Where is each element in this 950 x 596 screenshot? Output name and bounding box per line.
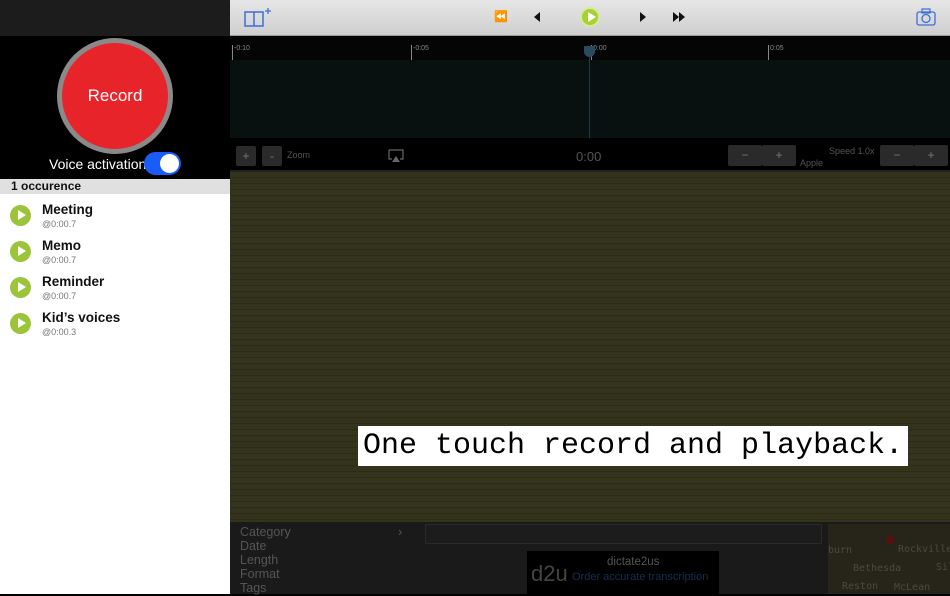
zoom-out-button[interactable]: - <box>262 146 282 166</box>
speed-plus-button[interactable]: + <box>914 145 948 166</box>
play-button[interactable] <box>580 7 600 27</box>
field-date: Date <box>240 539 267 553</box>
notes-input[interactable] <box>425 524 822 544</box>
item-time: @0:00.7 <box>42 255 77 265</box>
ad-banner[interactable]: d2u dictate2us Order accurate transcript… <box>527 551 719 594</box>
playhead-line <box>589 47 590 139</box>
item-time: @0:00.7 <box>42 219 77 229</box>
location-map[interactable]: Rockville Bethesda Reston McLean burn Si… <box>828 524 950 594</box>
notes-area[interactable]: One touch record and playback. <box>230 170 950 522</box>
camera-icon[interactable] <box>916 8 936 26</box>
item-name: Meeting <box>42 202 94 217</box>
chevron-right-icon[interactable]: › <box>398 525 402 540</box>
item-name: Reminder <box>42 274 105 289</box>
speed-minus-button[interactable]: − <box>880 145 914 166</box>
record-button[interactable]: Record <box>57 38 173 154</box>
current-time: 0:00 <box>576 149 602 164</box>
list-item[interactable]: Meeting @0:00.7 <box>0 201 230 237</box>
rewind-button[interactable]: ⏪ <box>494 10 508 23</box>
main-panel: ⏪ -0:10 -0:05 0:00 0:05 + - Zoom 0:00 − … <box>230 0 950 595</box>
tick-label: -0:05 <box>411 45 429 61</box>
play-icon[interactable] <box>10 205 31 226</box>
step-back-button[interactable] <box>533 11 541 23</box>
list-item[interactable]: Kid’s voices @0:00.3 <box>0 309 230 345</box>
field-format: Format <box>240 567 280 581</box>
item-time: @0:00.3 <box>42 327 77 337</box>
list-item[interactable]: Reminder @0:00.7 <box>0 273 230 309</box>
play-icon[interactable] <box>10 277 31 298</box>
item-name: Kid’s voices <box>42 310 121 325</box>
item-time: @0:00.7 <box>42 291 77 301</box>
field-length: Length <box>240 553 279 567</box>
map-pin-icon <box>886 536 894 544</box>
play-icon[interactable] <box>10 241 31 262</box>
airplay-icon[interactable] <box>388 149 404 163</box>
list-item[interactable]: Memo @0:00.7 <box>0 237 230 273</box>
map-label: Bethesda <box>853 563 902 574</box>
item-name: Memo <box>42 238 82 253</box>
details-panel: Category › Date Length Format Tags d2u d… <box>230 522 950 595</box>
step-forward-button[interactable] <box>639 11 647 23</box>
caption-banner: One touch record and playback. <box>358 426 909 466</box>
voice-label: Apple <box>800 158 824 168</box>
zoom-in-button[interactable]: + <box>236 146 256 166</box>
playhead-handle[interactable] <box>584 46 595 57</box>
ad-subtitle: Order accurate transcription <box>572 571 709 583</box>
map-label: burn <box>828 545 853 556</box>
field-category[interactable]: Category <box>240 525 291 540</box>
field-tags: Tags <box>240 581 267 595</box>
zoom-label: Zoom <box>287 150 311 160</box>
map-label: McLean <box>894 582 931 593</box>
tick-label: -0:10 <box>232 45 250 61</box>
fast-forward-button[interactable] <box>672 11 686 23</box>
playback-controls: + - Zoom 0:00 − + Apple Speed 1.0x − + <box>230 138 950 170</box>
speed-label: Speed 1.0x <box>829 146 875 156</box>
split-view-add-icon[interactable] <box>244 7 272 29</box>
voice-plus-button[interactable]: + <box>762 145 796 166</box>
record-panel: Record Voice activation <box>0 36 230 179</box>
occurrence-header: 1 occurence <box>0 179 230 194</box>
voice-minus-button[interactable]: − <box>728 145 762 166</box>
voice-activation-toggle[interactable] <box>144 152 181 175</box>
tick-label: 0:05 <box>768 45 784 61</box>
play-icon[interactable] <box>10 313 31 334</box>
ad-logo: d2u <box>531 561 568 586</box>
waveform-area[interactable] <box>230 60 950 138</box>
map-label: Reston <box>842 581 879 592</box>
sidebar-header <box>0 0 230 36</box>
sidebar: Record Voice activation 1 occurence Meet… <box>0 0 230 594</box>
map-label: Rockville <box>898 544 950 555</box>
toolbar: ⏪ <box>230 0 950 36</box>
voice-activation-label: Voice activation <box>49 156 147 172</box>
ad-title: dictate2us <box>607 556 660 568</box>
map-label: Sil <box>936 562 950 573</box>
